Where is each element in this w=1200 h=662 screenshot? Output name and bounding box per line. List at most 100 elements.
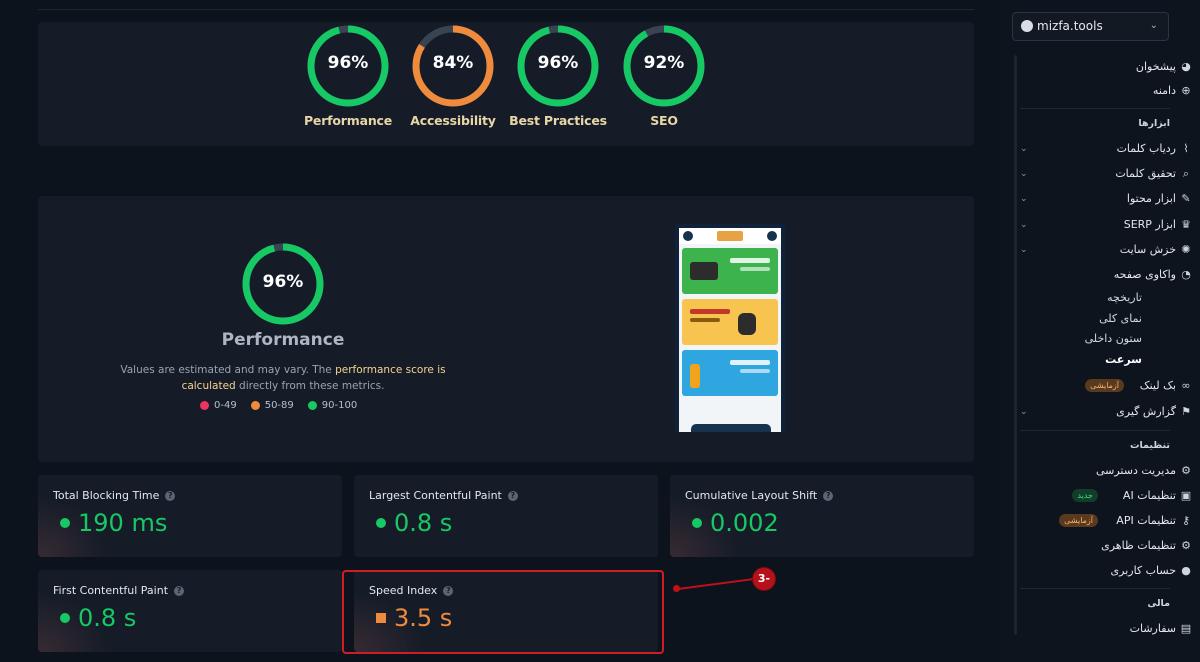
sidebar-item-account[interactable]: ● حساب کاربری <box>1020 563 1191 579</box>
metric-card-largest-contentful-paint: Largest Contentful Paint? 0.8 s <box>354 475 658 557</box>
page-screenshot-thumbnail[interactable] <box>675 224 785 432</box>
legend-dot-average <box>250 401 260 410</box>
gauge-performance-score: 96% <box>327 53 369 73</box>
chevron-down-icon: ⌄ <box>1020 220 1028 230</box>
sidebar-item-appearance[interactable]: ⚙ تنظیمات ظاهری <box>1020 538 1191 554</box>
thumbnail-header <box>679 228 781 244</box>
performance-big-score: 96% <box>262 272 304 292</box>
sidebar-item-rank-tracker[interactable]: ⌇ ردیاب کلمات ⌄ <box>1020 141 1189 157</box>
sidebar-item-orders[interactable]: ▤ سفارشات <box>1020 621 1192 637</box>
site-selector[interactable]: mizfa.tools ⌄ <box>1012 12 1169 41</box>
thumbnail-screen <box>679 228 781 432</box>
sidebar-divider <box>1020 108 1170 109</box>
sidebar-item-label: پیشخوان <box>1135 60 1176 73</box>
performance-title: Performance <box>221 330 345 350</box>
sidebar-item-label: واکاوی صفحه <box>1113 268 1176 281</box>
sidebar-item-keyword-research[interactable]: ⌕ تحقیق کلمات ⌄ <box>1020 166 1189 182</box>
chevron-down-icon: ⌄ <box>1020 194 1028 204</box>
annotation-3-dot <box>673 585 680 592</box>
sidebar-item-label: سفارشات <box>1129 622 1176 635</box>
status-good-icon <box>60 613 70 623</box>
sidebar-scrollbar[interactable] <box>1014 55 1017 635</box>
performance-note: Values are estimated and may vary. The p… <box>108 362 458 394</box>
metric-title-text: Total Blocking Time <box>53 489 160 502</box>
thumbnail-text-line <box>690 309 730 314</box>
sidebar-item-label: ابزار محتوا <box>1126 192 1176 205</box>
help-icon[interactable]: ? <box>165 490 176 501</box>
metric-card-total-blocking-time: Total Blocking Time? 190 ms <box>38 475 342 557</box>
thumbnail-text-line <box>730 258 770 263</box>
legend-dot-good <box>307 401 317 410</box>
thumbnail-banner-3 <box>682 350 778 396</box>
pencil-icon: ✎ <box>1181 192 1191 205</box>
gauge-seo[interactable]: 92% SEO <box>614 24 714 128</box>
thumbnail-text-line <box>730 360 770 365</box>
thumbnail-banner-2 <box>682 299 778 345</box>
thumbnail-banner-1 <box>682 248 778 294</box>
status-good-icon <box>376 518 386 528</box>
gauge-seo-label: SEO <box>650 113 678 128</box>
sidebar-item-label: مدیریت دسترسی <box>1095 464 1176 477</box>
metric-title: Largest Contentful Paint? <box>369 489 518 502</box>
thumbnail-text-line <box>740 369 770 373</box>
gauge-accessibility[interactable]: 84% Accessibility <box>403 24 503 128</box>
sidebar-item-access-management[interactable]: ⚙ مدیریت دسترسی <box>1020 463 1191 479</box>
search-icon: ⌕ <box>1182 167 1190 180</box>
metric-title-text: Cumulative Layout Shift <box>685 489 818 502</box>
legend-dot-bad <box>200 401 209 410</box>
score-summary-panel <box>38 22 974 146</box>
metric-value: 0.002 <box>692 509 779 537</box>
flag-icon: ⚑ <box>1181 405 1191 418</box>
status-good-icon <box>692 518 702 528</box>
sidebar-item-dashboard[interactable]: ◕ پیشخوان <box>1020 59 1191 75</box>
gauge-best-practices[interactable]: 96% Best Practices <box>508 24 608 128</box>
sidebar-item-content-tool[interactable]: ✎ ابزار محتوا ⌄ <box>1020 191 1191 207</box>
top-divider <box>38 9 974 10</box>
metric-value: 0.8 s <box>60 604 136 632</box>
sidebar-item-ai-settings[interactable]: ▣ تنظیمات AI جدید <box>1020 488 1191 504</box>
sidebar-item-label: ردیاب کلمات <box>1116 142 1176 155</box>
chevron-down-icon: ⌄ <box>1020 407 1028 417</box>
pie-chart-icon: ◕ <box>1181 60 1191 73</box>
sidebar-item-backlink[interactable]: ∞ بک لینک آزمایشی <box>1020 378 1191 394</box>
gauge-performance[interactable]: 96% Performance <box>298 24 398 128</box>
metric-value: 0.8 s <box>376 509 452 537</box>
help-icon[interactable]: ? <box>174 585 185 596</box>
metric-title-text: First Contentful Paint <box>53 584 169 597</box>
thumbnail-product-image <box>690 262 718 280</box>
help-icon[interactable]: ? <box>823 490 834 501</box>
performance-note-text-end: directly from these metrics. <box>235 380 385 392</box>
sidebar-item-serp-tool[interactable]: ♛ ابزار SERP ⌄ <box>1020 217 1191 233</box>
metric-title: First Contentful Paint? <box>53 584 185 597</box>
sidebar-subitem-speed[interactable]: سرعت <box>1020 352 1142 368</box>
user-gear-icon: ⚙ <box>1181 464 1191 477</box>
main-content: 96% Performance 84% Accessibility 96% Be… <box>0 0 1000 662</box>
experimental-badge: آزمایشی <box>1085 379 1124 392</box>
thumbnail-product-image <box>690 364 700 388</box>
sidebar-item-label: تنظیمات API <box>1116 514 1176 527</box>
globe-icon: ⊕ <box>1181 84 1191 97</box>
sidebar-subitem-history[interactable]: تاریخچه <box>1020 290 1142 306</box>
sidebar-subitem-overview[interactable]: نمای کلی <box>1020 311 1142 327</box>
sidebar-item-label: حساب کاربری <box>1110 564 1176 577</box>
experimental-badge: آزمایشی <box>1059 514 1098 527</box>
metric-card-cumulative-layout-shift: Cumulative Layout Shift? 0.002 <box>670 475 974 557</box>
sidebar-item-api-settings[interactable]: ⚷ تنظیمات API آزمایشی <box>1020 513 1190 529</box>
performance-note-text: Values are estimated and may vary. The <box>120 364 336 376</box>
score-legend: 0-49 50-89 90-100 <box>200 400 357 411</box>
sidebar-subitem-inner-column[interactable]: ستون داخلی <box>1020 331 1142 347</box>
sidebar-item-domain[interactable]: ⊕ دامنه <box>1020 83 1191 99</box>
legend-label-good: 90-100 <box>321 400 358 411</box>
sidebar-item-label: ابزار SERP <box>1123 218 1176 231</box>
key-icon: ⚷ <box>1181 514 1191 527</box>
help-icon[interactable]: ? <box>507 490 518 501</box>
sidebar-item-site-crawl[interactable]: ✺ خزش سایت ⌄ <box>1020 242 1191 258</box>
ai-icon: ▣ <box>1180 489 1192 502</box>
gauge-best-practices-label: Best Practices <box>509 113 607 128</box>
thumbnail-product-image <box>738 313 756 335</box>
sidebar-item-reporting[interactable]: ⚑ گزارش گیری ⌄ <box>1020 404 1191 420</box>
new-badge: جدید <box>1072 489 1098 502</box>
legend-item-average: 50-89 <box>250 400 294 411</box>
metric-value-text: 190 ms <box>78 509 168 537</box>
sidebar-item-page-audit[interactable]: ◔ واکاوی صفحه <box>1020 267 1191 283</box>
